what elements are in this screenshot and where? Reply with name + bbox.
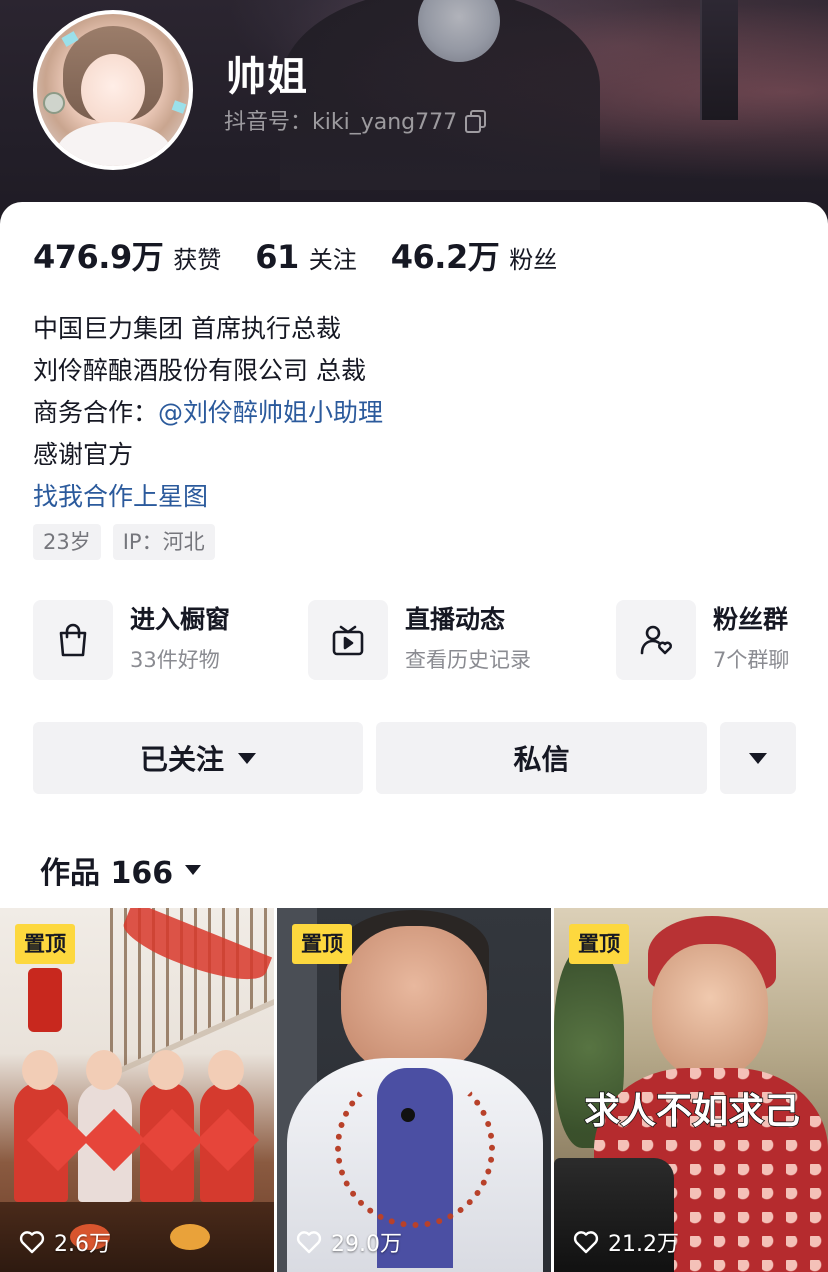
video-thumbnail[interactable]: 求人不如求己 置顶 21.2万 <box>554 908 828 1272</box>
star-map-link[interactable]: 找我合作上星图 <box>33 476 383 518</box>
stats-row: 476.9万 获赞 61 关注 46.2万 粉丝 <box>33 232 591 278</box>
video-likes: 2.6万 <box>18 1226 111 1258</box>
video-thumbnail[interactable]: 置顶 29.0万 <box>277 908 551 1272</box>
profile-header: 帅姐 抖音号：kiki_yang777 <box>0 0 828 230</box>
video-likes: 29.0万 <box>295 1226 402 1258</box>
entry-live-history-sub: 查看历史记录 <box>405 648 531 672</box>
stat-likes[interactable]: 476.9万 获赞 <box>33 232 221 278</box>
entry-live-history[interactable]: 直播动态 查看历史记录 <box>308 600 531 680</box>
video-caption-overlay: 求人不如求己 <box>583 1090 801 1133</box>
douyin-id[interactable]: 抖音号：kiki_yang777 <box>224 104 487 136</box>
works-tab-label: 作品 166 <box>40 856 174 891</box>
caret-down-icon <box>185 865 202 875</box>
bio-line: 感谢官方 <box>33 440 134 469</box>
stat-likes-value: 476.9万 <box>33 238 164 276</box>
bio-line: 中国巨力集团 首席执行总裁 <box>33 314 341 343</box>
followed-button-label: 已关注 <box>139 743 224 776</box>
video-likes-count: 21.2万 <box>608 1232 679 1257</box>
pinned-badge: 置顶 <box>15 924 75 964</box>
more-button[interactable] <box>720 722 796 794</box>
entry-shop-window-title: 进入橱窗 <box>130 605 231 634</box>
bio-business-prefix: 商务合作： <box>33 398 159 427</box>
heart-icon <box>573 1231 599 1254</box>
entry-fan-group-title: 粉丝群 <box>713 605 789 634</box>
bio-line: 商务合作：@刘伶醉帅姐小助理 <box>33 392 383 434</box>
stat-followers[interactable]: 46.2万 粉丝 <box>391 232 557 278</box>
video-likes-count: 29.0万 <box>331 1232 402 1257</box>
stat-followers-value: 46.2万 <box>390 238 500 276</box>
tv-play-icon <box>308 600 388 680</box>
shopping-bag-icon <box>33 600 113 680</box>
heart-icon <box>296 1231 322 1254</box>
caret-down-icon <box>749 752 767 764</box>
copy-icon[interactable] <box>465 110 487 133</box>
video-thumbnail[interactable]: 置顶 2.6万 <box>0 908 274 1272</box>
entry-fan-group[interactable]: 粉丝群 7个群聊 <box>616 600 789 680</box>
heart-icon <box>19 1231 45 1254</box>
douyin-id-text: 抖音号：kiki_yang777 <box>224 110 458 135</box>
bio: 中国巨力集团 首席执行总裁 刘伶醉酿酒股份有限公司 总裁 商务合作：@刘伶醉帅姐… <box>33 308 383 518</box>
message-button-label: 私信 <box>513 743 570 776</box>
ip-location-tag: IP：河北 <box>112 524 215 560</box>
avatar[interactable] <box>33 10 193 170</box>
stat-following-label: 关注 <box>308 246 357 274</box>
stat-likes-label: 获赞 <box>173 246 222 274</box>
user-heart-icon <box>616 600 696 680</box>
entry-shop-window[interactable]: 进入橱窗 33件好物 <box>33 600 230 680</box>
bio-line: 刘伶醉酿酒股份有限公司 总裁 <box>33 356 366 385</box>
stat-followers-label: 粉丝 <box>509 246 558 274</box>
background-door <box>700 0 738 120</box>
entry-row: 进入橱窗 33件好物 直播动态 查看历史记录 粉丝群 7个群聊 <box>33 600 828 682</box>
works-tab[interactable]: 作品 166 <box>40 848 202 892</box>
video-likes: 21.2万 <box>572 1226 679 1258</box>
age-tag: 23岁 <box>33 524 101 560</box>
video-likes-count: 2.6万 <box>54 1232 111 1257</box>
entry-shop-window-sub: 33件好物 <box>130 648 220 672</box>
followed-button[interactable]: 已关注 <box>33 722 363 794</box>
message-button[interactable]: 私信 <box>376 722 707 794</box>
caret-down-icon <box>238 752 256 764</box>
pinned-badge: 置顶 <box>569 924 629 964</box>
stat-following-value: 61 <box>255 238 299 276</box>
profile-card: 476.9万 获赞 61 关注 46.2万 粉丝 中国巨力集团 首席执行总裁 刘… <box>0 202 828 1272</box>
stat-following[interactable]: 61 关注 <box>255 238 357 276</box>
action-buttons: 已关注 私信 <box>33 722 796 794</box>
tag-row: 23岁 IP：河北 <box>33 524 215 560</box>
entry-live-history-title: 直播动态 <box>405 605 506 634</box>
pinned-badge: 置顶 <box>292 924 352 964</box>
entry-fan-group-sub: 7个群聊 <box>713 648 790 672</box>
assistant-mention-link[interactable]: @刘伶醉帅姐小助理 <box>158 398 383 427</box>
video-grid: 置顶 2.6万 置顶 29.0万 求人不如求己 置顶 21.2万 <box>0 908 828 1272</box>
nickname: 帅姐 <box>226 54 308 100</box>
